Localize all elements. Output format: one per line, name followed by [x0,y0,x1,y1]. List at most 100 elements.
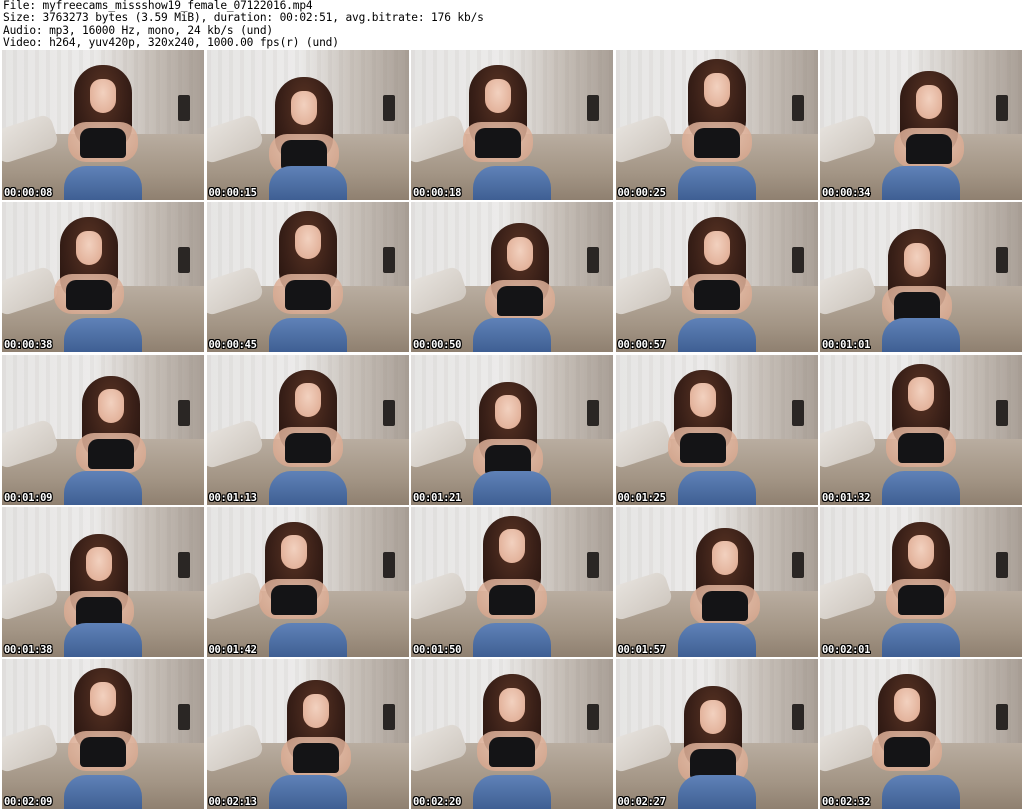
thumbnail-timestamp: 00:02:01 [822,643,871,656]
thumbnail-person-face [98,389,124,423]
thumbnail-timestamp: 00:00:45 [208,339,257,352]
thumbnail-shelf [791,551,804,578]
thumbnail-person-top [679,432,726,463]
file-size-line: Size: 3763273 bytes (3.59 MiB), duration… [3,11,484,25]
thumbnail-timestamp: 00:00:38 [4,339,53,352]
thumbnail-timestamp: 00:02:20 [413,796,462,808]
thumbnail-timestamp: 00:01:57 [617,643,666,656]
thumbnail-person-jeans [473,775,551,809]
thumbnail-shelf [382,399,395,426]
video-thumbnail: 00:02:27 [615,659,818,809]
thumbnail-person-jeans [677,775,756,809]
thumbnail-shelf [382,551,395,578]
thumbnail-shelf [178,704,190,730]
thumbnail-person-face [916,84,942,119]
thumbnail-person-top [66,280,112,311]
thumbnail-person-jeans [268,775,347,809]
thumbnail-person-jeans [882,775,960,809]
video-thumbnail: 00:02:09 [2,659,204,809]
video-thumbnail: 00:02:01 [820,506,1022,657]
thumbnail-person-jeans [473,166,551,200]
video-thumbnail: 00:00:25 [615,50,818,200]
thumbnail-timestamp: 00:01:01 [822,339,871,352]
thumbnail-person-face [290,90,317,125]
thumbnail-person-jeans [268,470,347,505]
thumbnail-person-face [689,383,716,417]
thumbnail-person-jeans [882,470,960,505]
thumbnail-person-top [693,280,740,311]
thumbnail-person-top [284,280,331,311]
thumbnail-person-top [88,438,134,469]
thumbnail-shelf [996,95,1008,121]
thumbnail-person-top [701,590,748,621]
thumbnail-person-face [76,230,102,265]
thumbnail-timestamp: 00:00:18 [413,187,462,199]
thumbnail-shelf [996,399,1008,426]
thumbnail-timestamp: 00:00:57 [617,339,666,352]
thumbnail-person-top [489,584,535,615]
thumbnail-person-top [292,743,339,773]
thumbnail-person-face [86,547,112,582]
video-info-line: Video: h264, yuv420p, 320x240, 1000.00 f… [3,36,339,50]
thumbnail-person-jeans [64,166,142,200]
video-thumbnail: 00:00:45 [206,202,409,353]
video-thumbnail: 00:00:38 [2,202,204,353]
video-thumbnail: 00:01:09 [2,354,204,505]
thumbnail-person-face [495,395,521,429]
thumbnail-shelf [996,704,1008,730]
thumbnail-person-jeans [64,318,142,353]
video-thumbnail: 00:01:21 [411,354,613,505]
thumbnail-timestamp: 00:00:15 [208,187,257,199]
thumbnail-person-top [270,584,317,615]
thumbnail-shelf [791,704,804,730]
file-info-header: File: myfreecams_missshow19_female_07122… [0,0,1024,50]
thumbnail-person-top [284,432,331,463]
thumbnail-person-face [699,699,726,734]
thumbnail-timestamp: 00:01:38 [4,643,53,656]
thumbnail-shelf [791,95,804,121]
video-thumbnail: 00:01:38 [2,506,204,657]
thumbnail-person-jeans [882,166,960,200]
thumbnail-person-face [908,535,934,570]
thumbnail-shelf [587,704,599,730]
thumbnail-timestamp: 00:00:34 [822,187,871,199]
thumbnail-person-face [904,242,930,277]
thumbnail-person-face [908,377,934,411]
thumbnail-person-face [90,681,116,716]
thumbnail-timestamp: 00:00:25 [617,187,666,199]
video-thumbnail: 00:01:57 [615,506,818,657]
thumbnail-person-top [80,128,126,158]
thumbnail-shelf [587,399,599,426]
video-thumbnail: 00:00:18 [411,50,613,200]
thumbnail-timestamp: 00:02:09 [4,796,53,808]
thumbnail-timestamp: 00:01:25 [617,491,666,504]
thumbnail-person-jeans [677,318,756,353]
thumbnail-person-top [906,134,952,164]
thumbnail-person-jeans [64,622,142,657]
video-thumbnail: 00:01:13 [206,354,409,505]
thumbnail-timestamp: 00:01:21 [413,491,462,504]
thumbnail-timestamp: 00:02:13 [208,796,257,808]
thumbnail-person-top [693,128,740,158]
thumbnail-person-jeans [64,775,142,809]
thumbnail-person-face [294,383,321,417]
thumbnail-person-jeans [473,318,551,353]
thumbnail-person-face [90,78,116,113]
thumbnail-person-top [497,286,543,317]
thumbnail-timestamp: 00:02:27 [617,796,666,808]
thumbnail-person-face [485,78,511,113]
thumbnail-person-face [711,541,738,576]
thumbnail-timestamp: 00:00:08 [4,187,53,199]
thumbnail-timestamp: 00:02:32 [822,796,871,808]
video-thumbnail: 00:01:42 [206,506,409,657]
thumbnail-person-face [894,687,920,722]
video-thumbnail: 00:01:25 [615,354,818,505]
thumbnail-person-jeans [882,622,960,657]
thumbnail-timestamp: 00:01:13 [208,491,257,504]
thumbnail-person-face [294,224,321,259]
video-thumbnail: 00:00:57 [615,202,818,353]
thumbnail-person-top [898,432,944,463]
video-thumbnail: 00:00:34 [820,50,1022,200]
thumbnail-person-jeans [677,470,756,505]
video-thumbnail: 00:02:20 [411,659,613,809]
